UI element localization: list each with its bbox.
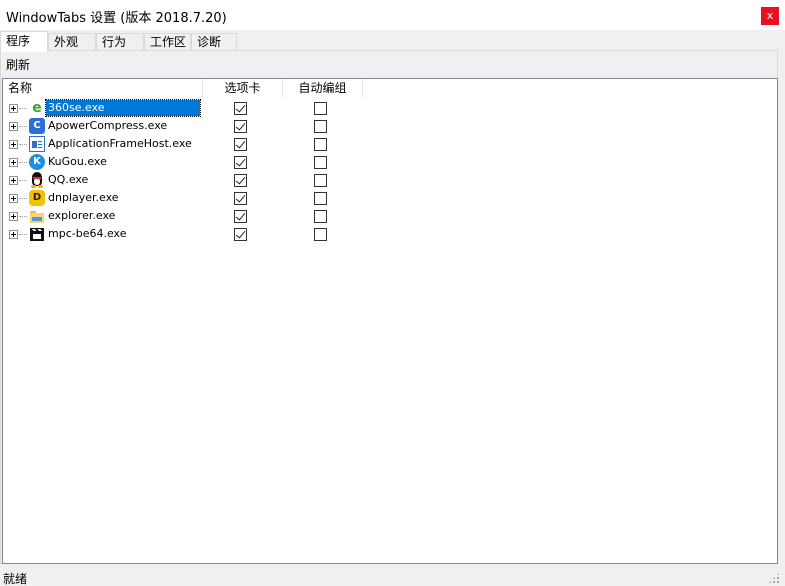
tree-line	[19, 126, 27, 127]
program-name[interactable]: KuGou.exe	[46, 154, 109, 170]
tree-row[interactable]: ApplicationFrameHost.exe	[3, 135, 777, 153]
tabs-checkbox[interactable]	[234, 210, 247, 223]
tree-row[interactable]: explorer.exe	[3, 207, 777, 225]
tree-row[interactable]: QQ.exe	[3, 171, 777, 189]
autogroup-checkbox[interactable]	[314, 120, 327, 133]
expand-icon[interactable]	[9, 104, 18, 113]
expand-icon[interactable]	[9, 230, 18, 239]
expand-icon[interactable]	[9, 140, 18, 149]
autogroup-checkbox[interactable]	[314, 138, 327, 151]
apowercompress-icon: C	[29, 118, 45, 134]
clapperboard-icon	[29, 226, 45, 242]
kugou-icon: K	[29, 154, 45, 170]
refresh-button[interactable]: 刷新	[6, 56, 30, 73]
autogroup-checkbox[interactable]	[314, 192, 327, 205]
toolbar: 刷新	[1, 51, 777, 77]
tabs-checkbox[interactable]	[234, 102, 247, 115]
status-text: 就绪	[3, 572, 28, 586]
folder-icon	[29, 208, 45, 224]
resize-grip-icon[interactable]	[768, 572, 780, 584]
tab-strip: 程序 外观 行为 工作区 诊断	[0, 31, 785, 52]
tree-row[interactable]: mpc-be64.exe	[3, 225, 777, 243]
tabs-checkbox[interactable]	[234, 156, 247, 169]
tabs-checkbox[interactable]	[234, 174, 247, 187]
expand-icon[interactable]	[9, 194, 18, 203]
column-header-name[interactable]: 名称	[3, 79, 203, 97]
tree-header: 名称 选项卡 自动编组	[3, 79, 777, 97]
360se-icon: e	[29, 100, 45, 116]
tree-line	[19, 216, 27, 217]
autogroup-checkbox[interactable]	[314, 156, 327, 169]
program-name[interactable]: QQ.exe	[46, 172, 90, 188]
tree-line	[19, 198, 27, 199]
program-name[interactable]: ApplicationFrameHost.exe	[46, 136, 194, 152]
program-name[interactable]: 360se.exe	[45, 99, 201, 117]
program-name[interactable]: explorer.exe	[46, 208, 117, 224]
tabs-checkbox[interactable]	[234, 120, 247, 133]
tree-row[interactable]: D dnplayer.exe	[3, 189, 777, 207]
programs-panel: 刷新 名称 选项卡 自动编组 e 360se.exe C ApowerCompr…	[0, 50, 778, 564]
application-frame-icon	[29, 136, 45, 152]
autogroup-checkbox[interactable]	[314, 174, 327, 187]
program-tree[interactable]: 名称 选项卡 自动编组 e 360se.exe C ApowerCompress…	[2, 78, 778, 564]
status-bar: 就绪	[0, 566, 785, 586]
tab-programs[interactable]: 程序	[0, 31, 48, 52]
tree-line	[19, 180, 27, 181]
dnplayer-icon: D	[29, 190, 45, 206]
tabs-checkbox[interactable]	[234, 192, 247, 205]
tab-diagnostics[interactable]: 诊断	[191, 33, 237, 51]
tab-behavior[interactable]: 行为	[96, 33, 144, 51]
tree-row[interactable]: e 360se.exe	[3, 99, 777, 117]
tree-row[interactable]: C ApowerCompress.exe	[3, 117, 777, 135]
autogroup-checkbox[interactable]	[314, 210, 327, 223]
tree-line	[19, 108, 27, 109]
tree-row[interactable]: K KuGou.exe	[3, 153, 777, 171]
window-title: WindowTabs 设置 (版本 2018.7.20)	[6, 11, 227, 26]
tab-appearance[interactable]: 外观	[48, 33, 96, 51]
tabs-checkbox[interactable]	[234, 228, 247, 241]
close-button[interactable]: x	[761, 7, 779, 25]
expand-icon[interactable]	[9, 158, 18, 167]
program-name[interactable]: ApowerCompress.exe	[46, 118, 169, 134]
expand-icon[interactable]	[9, 122, 18, 131]
column-header-autogroup[interactable]: 自动编组	[283, 79, 363, 97]
column-header-tabs[interactable]: 选项卡	[203, 79, 283, 97]
program-name[interactable]: dnplayer.exe	[46, 190, 121, 206]
expand-icon[interactable]	[9, 176, 18, 185]
tree-line	[19, 162, 27, 163]
title-bar: WindowTabs 设置 (版本 2018.7.20) x	[0, 0, 785, 30]
tree-line	[19, 234, 27, 235]
expand-icon[interactable]	[9, 212, 18, 221]
autogroup-checkbox[interactable]	[314, 228, 327, 241]
program-name[interactable]: mpc-be64.exe	[46, 226, 128, 242]
qq-penguin-icon	[29, 172, 45, 188]
tree-line	[19, 144, 27, 145]
autogroup-checkbox[interactable]	[314, 102, 327, 115]
tab-workspace[interactable]: 工作区	[144, 33, 191, 51]
tabs-checkbox[interactable]	[234, 138, 247, 151]
